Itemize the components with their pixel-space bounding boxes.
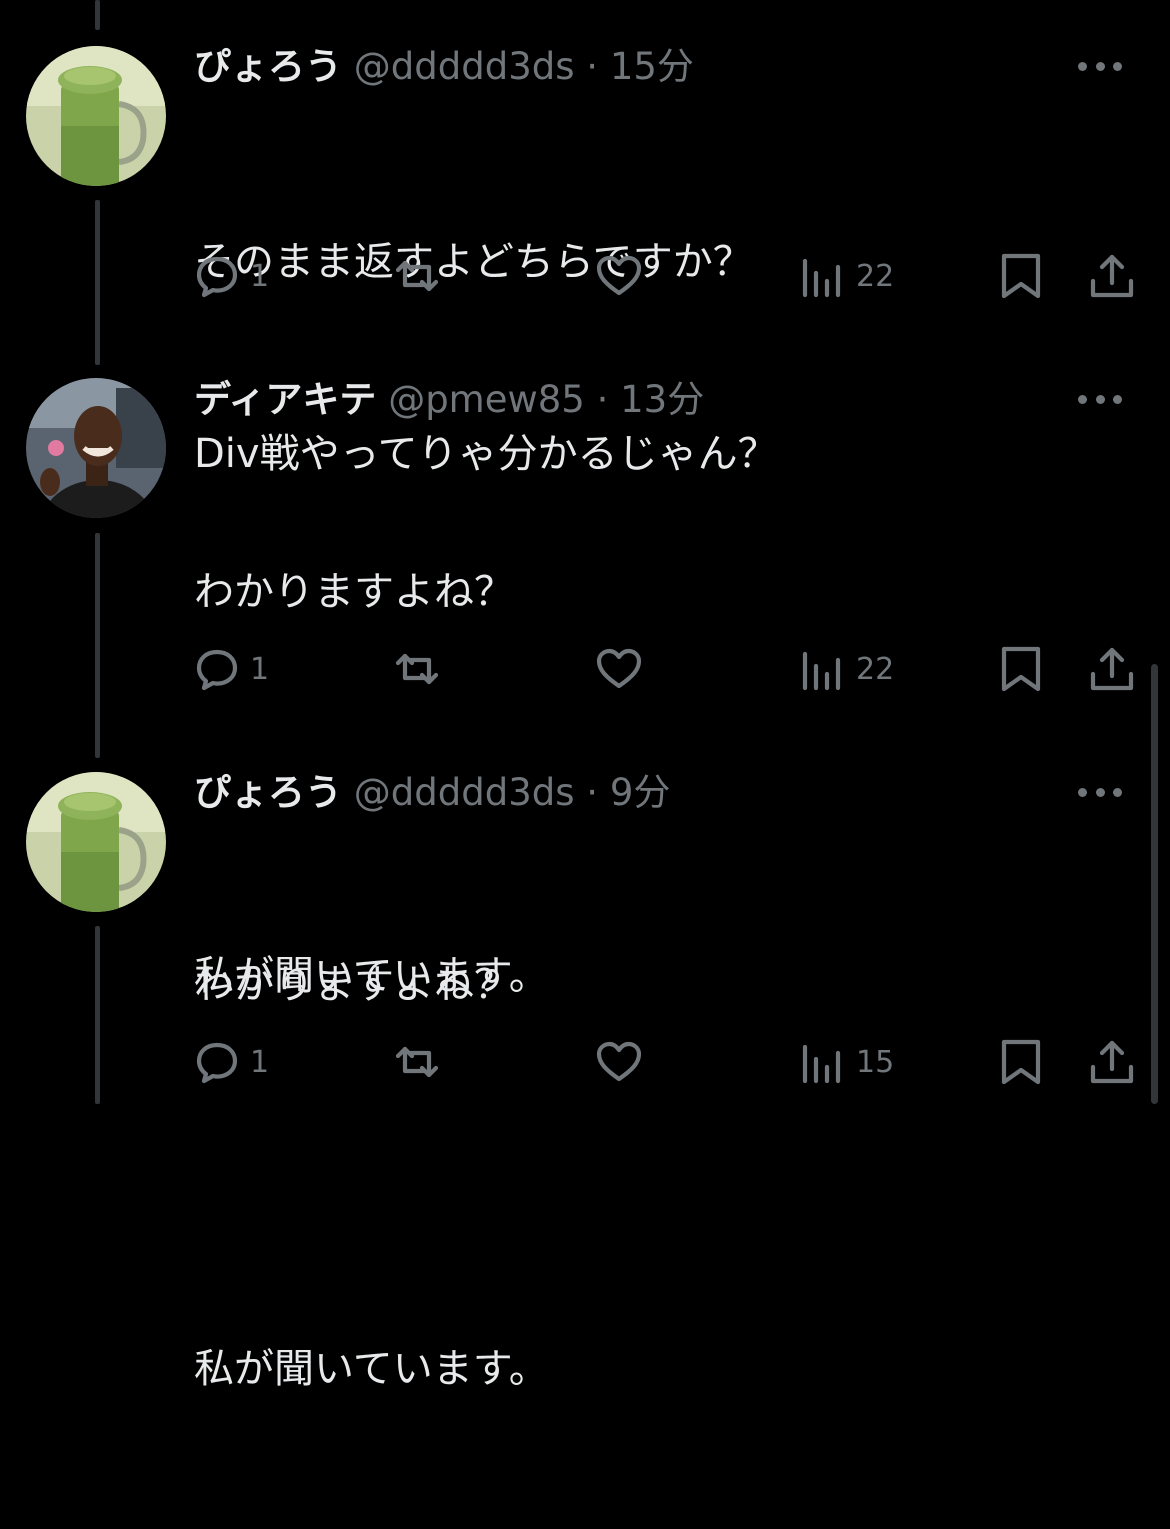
heart-icon <box>596 1041 642 1082</box>
user-handle[interactable]: @ddddd3ds <box>354 45 575 88</box>
text-line: 私が聞いています。 <box>194 1346 549 1392</box>
tweet-header: ぴょろう @ddddd3ds · 15分 <box>194 44 694 90</box>
tweet-actions: 1 15 <box>0 1032 1170 1092</box>
share-button[interactable] <box>1087 1032 1137 1092</box>
tweet-actions: 1 22 <box>0 639 1170 699</box>
views-button[interactable]: 22 <box>798 246 894 306</box>
bookmark-button[interactable] <box>996 246 1046 306</box>
retweet-icon <box>395 1046 439 1078</box>
bookmark-button[interactable] <box>996 639 1046 699</box>
analytics-icon <box>802 1044 841 1084</box>
reply-button[interactable]: 1 <box>192 246 269 306</box>
timestamp[interactable]: 9分 <box>610 771 671 814</box>
avatar-matcha[interactable] <box>26 46 166 186</box>
heart-icon <box>596 648 642 689</box>
reply-icon <box>196 256 238 298</box>
more-options-icon[interactable] <box>1078 393 1122 405</box>
heart-icon <box>596 255 642 296</box>
avatar-person[interactable] <box>26 378 166 518</box>
like-button[interactable] <box>594 639 644 699</box>
timestamp[interactable]: 15分 <box>610 45 694 88</box>
thread-line <box>95 0 100 30</box>
share-icon <box>1090 254 1134 298</box>
share-button[interactable] <box>1087 246 1137 306</box>
views-button[interactable]: 22 <box>798 639 894 699</box>
retweet-button[interactable] <box>392 639 442 699</box>
scrollbar[interactable] <box>1151 664 1158 1104</box>
reply-icon <box>196 1042 238 1084</box>
user-handle[interactable]: @ddddd3ds <box>354 771 575 814</box>
tweet-header: ぴょろう @ddddd3ds · 9分 <box>194 770 670 816</box>
like-button[interactable] <box>594 1032 644 1092</box>
retweet-icon <box>395 260 439 292</box>
more-options-icon[interactable] <box>1078 786 1122 798</box>
display-name[interactable]: ぴょろう <box>194 45 342 88</box>
tweet-text: わかりますよね？ 私が聞いています。 <box>194 825 549 1529</box>
separator: · <box>586 771 599 814</box>
display-name[interactable]: ぴょろう <box>194 771 342 814</box>
timestamp[interactable]: 13分 <box>620 378 704 421</box>
bookmark-icon <box>1001 253 1041 299</box>
reply-count: 1 <box>250 258 270 294</box>
reply-count: 1 <box>250 1044 270 1080</box>
view-count: 22 <box>856 258 895 294</box>
bookmark-button[interactable] <box>996 1032 1046 1092</box>
reply-icon <box>196 649 238 691</box>
text-line <box>194 1145 549 1209</box>
retweet-icon <box>395 653 439 685</box>
view-count: 15 <box>856 1044 895 1080</box>
tweet-header: ディアキテ @pmew85 · 13分 <box>194 377 704 423</box>
view-count: 22 <box>856 651 895 687</box>
reply-button[interactable]: 1 <box>192 1032 269 1092</box>
analytics-icon <box>802 258 841 298</box>
tweet-actions: 1 22 <box>0 246 1170 306</box>
share-icon <box>1090 1040 1134 1084</box>
like-button[interactable] <box>594 246 644 306</box>
retweet-button[interactable] <box>392 1032 442 1092</box>
display-name[interactable]: ディアキテ <box>194 378 376 421</box>
text-line: わかりますよね？ <box>194 962 514 1008</box>
views-button[interactable]: 15 <box>798 1032 894 1092</box>
retweet-button[interactable] <box>392 246 442 306</box>
text-line: わかりますよね？ <box>194 569 514 615</box>
separator: · <box>586 45 599 88</box>
analytics-icon <box>802 651 841 691</box>
share-icon <box>1090 647 1134 691</box>
share-button[interactable] <box>1087 639 1137 699</box>
reply-button[interactable]: 1 <box>192 639 269 699</box>
user-handle[interactable]: @pmew85 <box>388 378 585 421</box>
separator: · <box>596 378 609 421</box>
bookmark-icon <box>1001 646 1041 692</box>
more-options-icon[interactable] <box>1078 60 1122 72</box>
bookmark-icon <box>1001 1039 1041 1085</box>
avatar-matcha[interactable] <box>26 772 166 912</box>
reply-count: 1 <box>250 651 270 687</box>
